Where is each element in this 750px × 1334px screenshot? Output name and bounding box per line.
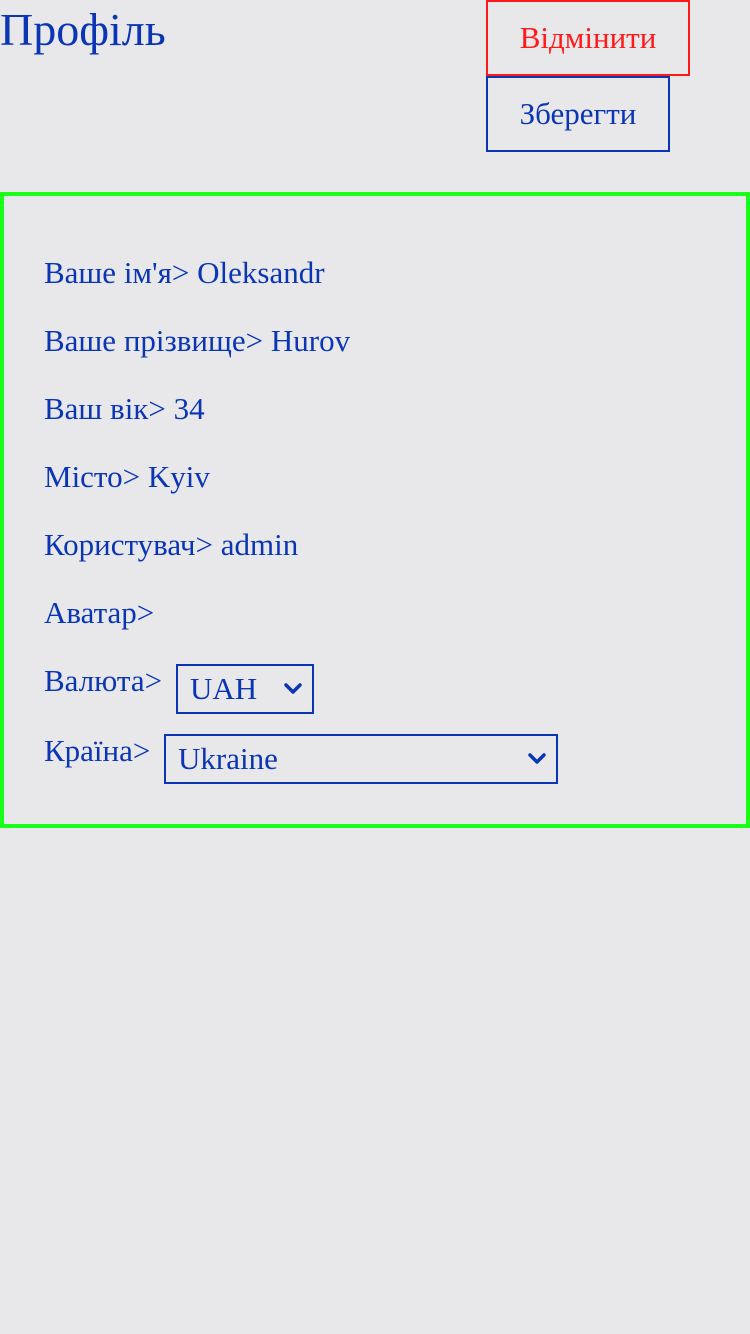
country-select[interactable]: Ukraine [164,734,558,784]
surname-label: Ваше прізвище> [44,323,264,358]
currency-select-value: UAH [190,671,258,706]
surname-value: Hurov [270,323,351,358]
name-row: Ваше ім'я> Oleksandr [44,253,325,293]
country-label: Країна> [44,733,151,768]
country-select-value: Ukraine [178,741,278,776]
city-row: Місто> Kyiv [44,457,210,497]
chevron-down-icon [528,753,546,765]
currency-label: Валюта> [44,663,163,698]
user-row: Користувач> admin [44,525,298,565]
age-row: Ваш вік> 34 [44,389,205,429]
name-label: Ваше ім'я> [44,255,190,290]
avatar-row: Аватар> [44,593,154,633]
user-label: Користувач> [44,527,213,562]
user-value: admin [220,527,299,562]
cancel-button[interactable]: Відмінити [486,0,690,76]
age-label: Ваш вік> [44,391,166,426]
age-value: 34 [173,391,205,426]
profile-page: Профіль Відмінити Зберегти Ваше ім'я> Ol… [0,0,750,1334]
surname-row: Ваше прізвище> Hurov [44,321,350,361]
chevron-down-icon [284,683,302,695]
city-label: Місто> [44,459,141,494]
name-value: Oleksandr [197,255,325,290]
currency-select[interactable]: UAH [176,664,314,714]
avatar-label: Аватар> [44,595,155,630]
profile-form: Ваше ім'я> Oleksandr Ваше прізвище> Huro… [0,192,750,828]
save-button[interactable]: Зберегти [486,76,670,152]
page-title: Профіль [0,4,166,55]
city-value: Kyiv [147,459,210,494]
